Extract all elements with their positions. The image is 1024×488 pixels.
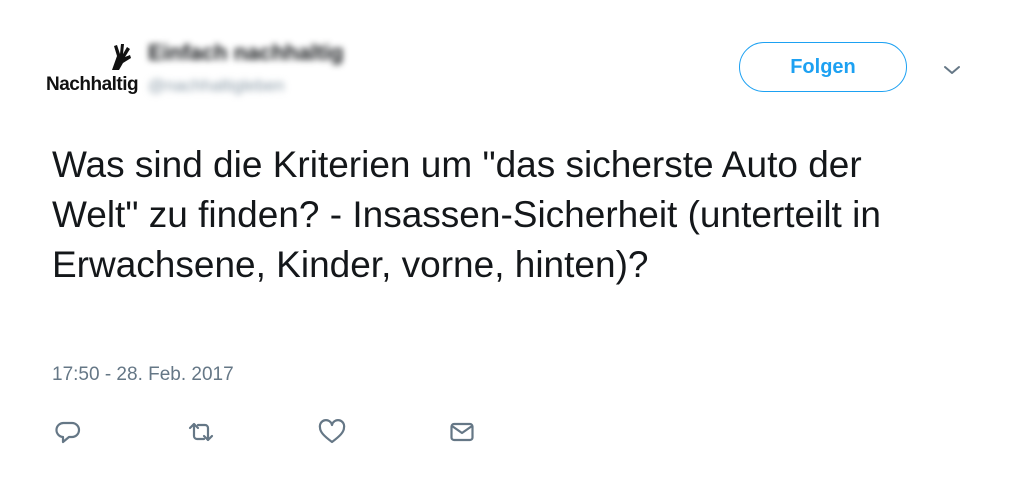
display-name[interactable]: Einfach nachhaltig — [148, 40, 344, 66]
hand-logo-icon — [112, 44, 131, 70]
more-options-button[interactable] — [940, 58, 964, 82]
user-handle[interactable]: @nachhaltigleben — [148, 76, 284, 96]
heart-icon — [318, 419, 346, 444]
avatar-logo-text: Nachhaltig — [46, 74, 139, 95]
retweet-icon — [188, 422, 214, 442]
direct-message-button[interactable] — [444, 414, 480, 450]
tweet-card: Nachhaltig Einfach nachhaltig @nachhalti… — [0, 0, 1024, 488]
tweet-text: Was sind die Kriterien um "das sicherste… — [52, 144, 881, 285]
envelope-icon — [450, 422, 474, 442]
reply-icon — [55, 421, 81, 444]
retweet-button[interactable] — [183, 414, 219, 450]
follow-button[interactable]: Folgen — [739, 42, 907, 92]
chevron-down-icon — [944, 66, 960, 74]
like-button[interactable] — [314, 414, 350, 450]
avatar[interactable]: Nachhaltig — [44, 38, 140, 110]
tweet-timestamp[interactable]: 17:50 - 28. Feb. 2017 — [52, 364, 234, 386]
reply-button[interactable] — [50, 414, 86, 450]
